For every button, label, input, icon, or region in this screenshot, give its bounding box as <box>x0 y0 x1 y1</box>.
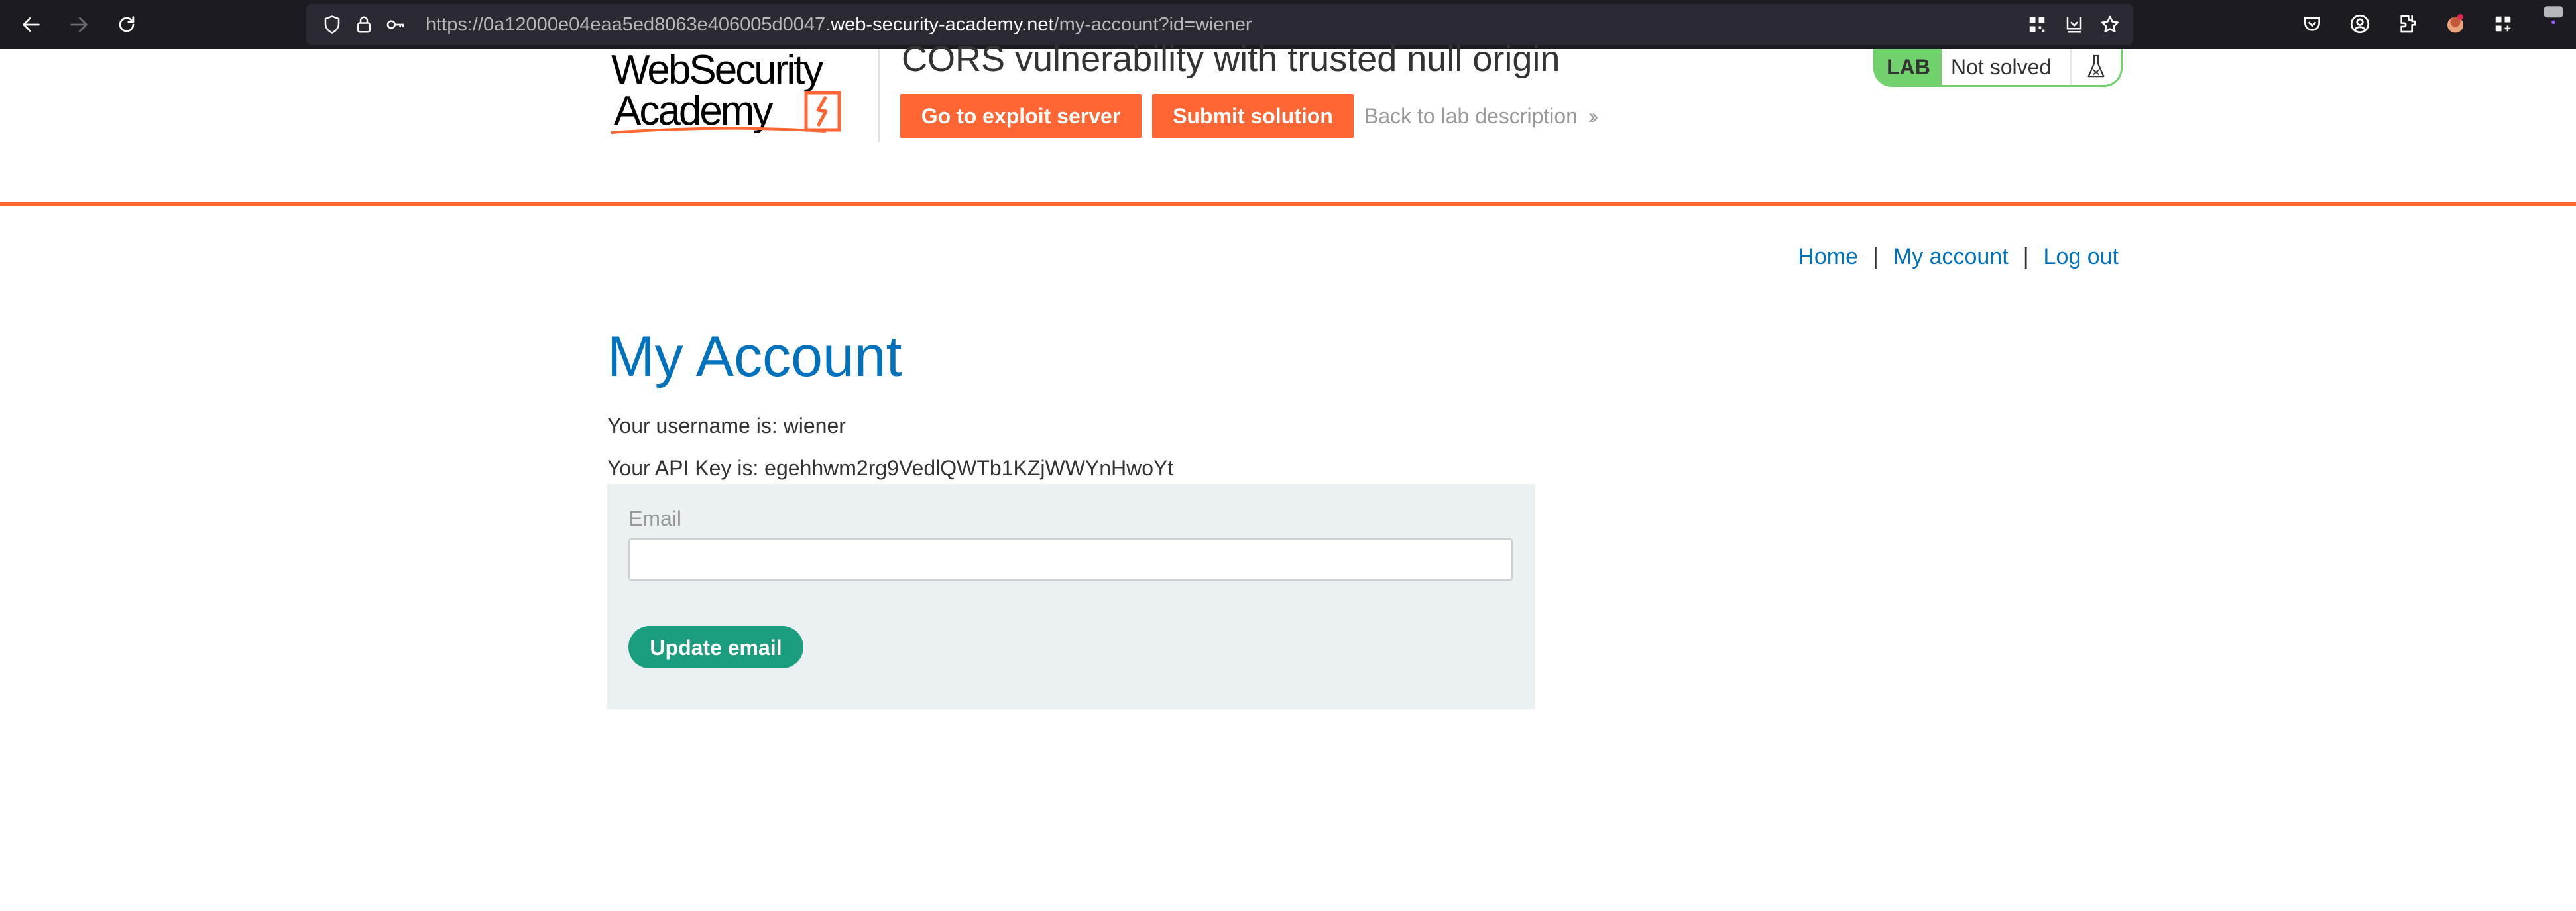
account-nav: Home | My account | Log out <box>1798 244 2119 270</box>
private-icon <box>2540 1 2567 28</box>
shield-icon[interactable] <box>318 11 346 38</box>
back-icon[interactable] <box>15 8 48 41</box>
flask-icon <box>2070 49 2121 85</box>
star-icon[interactable] <box>2096 11 2124 38</box>
menu-icon[interactable] <box>2488 9 2518 38</box>
logo-divider <box>878 49 880 142</box>
reload-icon[interactable] <box>110 8 143 41</box>
lab-badge: LAB <box>1875 49 1942 85</box>
page-title: My Account <box>607 325 902 389</box>
url-prefix: https://0a12000e04eaa5ed8063e406005d0047… <box>426 14 831 35</box>
forward-icon[interactable] <box>62 8 95 41</box>
web-security-academy-logo[interactable]: WebSecurity Academy <box>607 47 879 142</box>
url-domain: web-security-academy.net <box>831 14 1054 35</box>
email-label: Email <box>628 507 682 530</box>
home-link[interactable]: Home <box>1798 244 1858 269</box>
nav-separator: | <box>1873 244 1879 269</box>
my-account-link[interactable]: My account <box>1893 244 2009 269</box>
profile-icon[interactable] <box>2441 9 2470 38</box>
update-email-button[interactable]: Update email <box>628 626 803 668</box>
account-icon[interactable] <box>2345 9 2374 38</box>
username-text: Your username is: wiener <box>607 414 846 438</box>
key-icon[interactable] <box>382 11 410 38</box>
nav-separator: | <box>2022 244 2029 269</box>
log-out-link[interactable]: Log out <box>2044 244 2119 269</box>
lab-title: CORS vulnerability with trusted null ori… <box>902 39 1560 79</box>
double-chevron-right-icon: ›› <box>1588 104 1599 128</box>
qr-icon[interactable] <box>2023 11 2051 38</box>
url-path: /my-account?id=wiener <box>1053 14 1252 35</box>
pocket-icon[interactable] <box>2298 9 2327 38</box>
svg-text:Academy: Academy <box>614 88 773 134</box>
lab-status-widget: LAB Not solved <box>1873 49 2123 87</box>
go-to-exploit-server-button[interactable]: Go to exploit server <box>900 94 1142 138</box>
update-email-form: Email Update email <box>607 484 1535 709</box>
api-key-text: Your API Key is: egehhwm2rg9VedlQWTb1KZj… <box>607 456 1174 480</box>
back-link-label: Back to lab description <box>1364 104 1578 128</box>
svg-text:WebSecurity: WebSecurity <box>611 49 823 93</box>
back-to-lab-description-link[interactable]: Back to lab description ›› <box>1364 94 1599 138</box>
lock-icon[interactable] <box>350 11 378 38</box>
submit-solution-button[interactable]: Submit solution <box>1152 94 1354 138</box>
email-input[interactable] <box>628 538 1513 581</box>
reader-icon[interactable] <box>2060 11 2088 38</box>
lab-status-text: Not solved <box>1951 55 2052 79</box>
lab-header: WebSecurity Academy CORS vulnerability w… <box>0 39 2576 206</box>
extensions-icon[interactable] <box>2393 9 2422 38</box>
